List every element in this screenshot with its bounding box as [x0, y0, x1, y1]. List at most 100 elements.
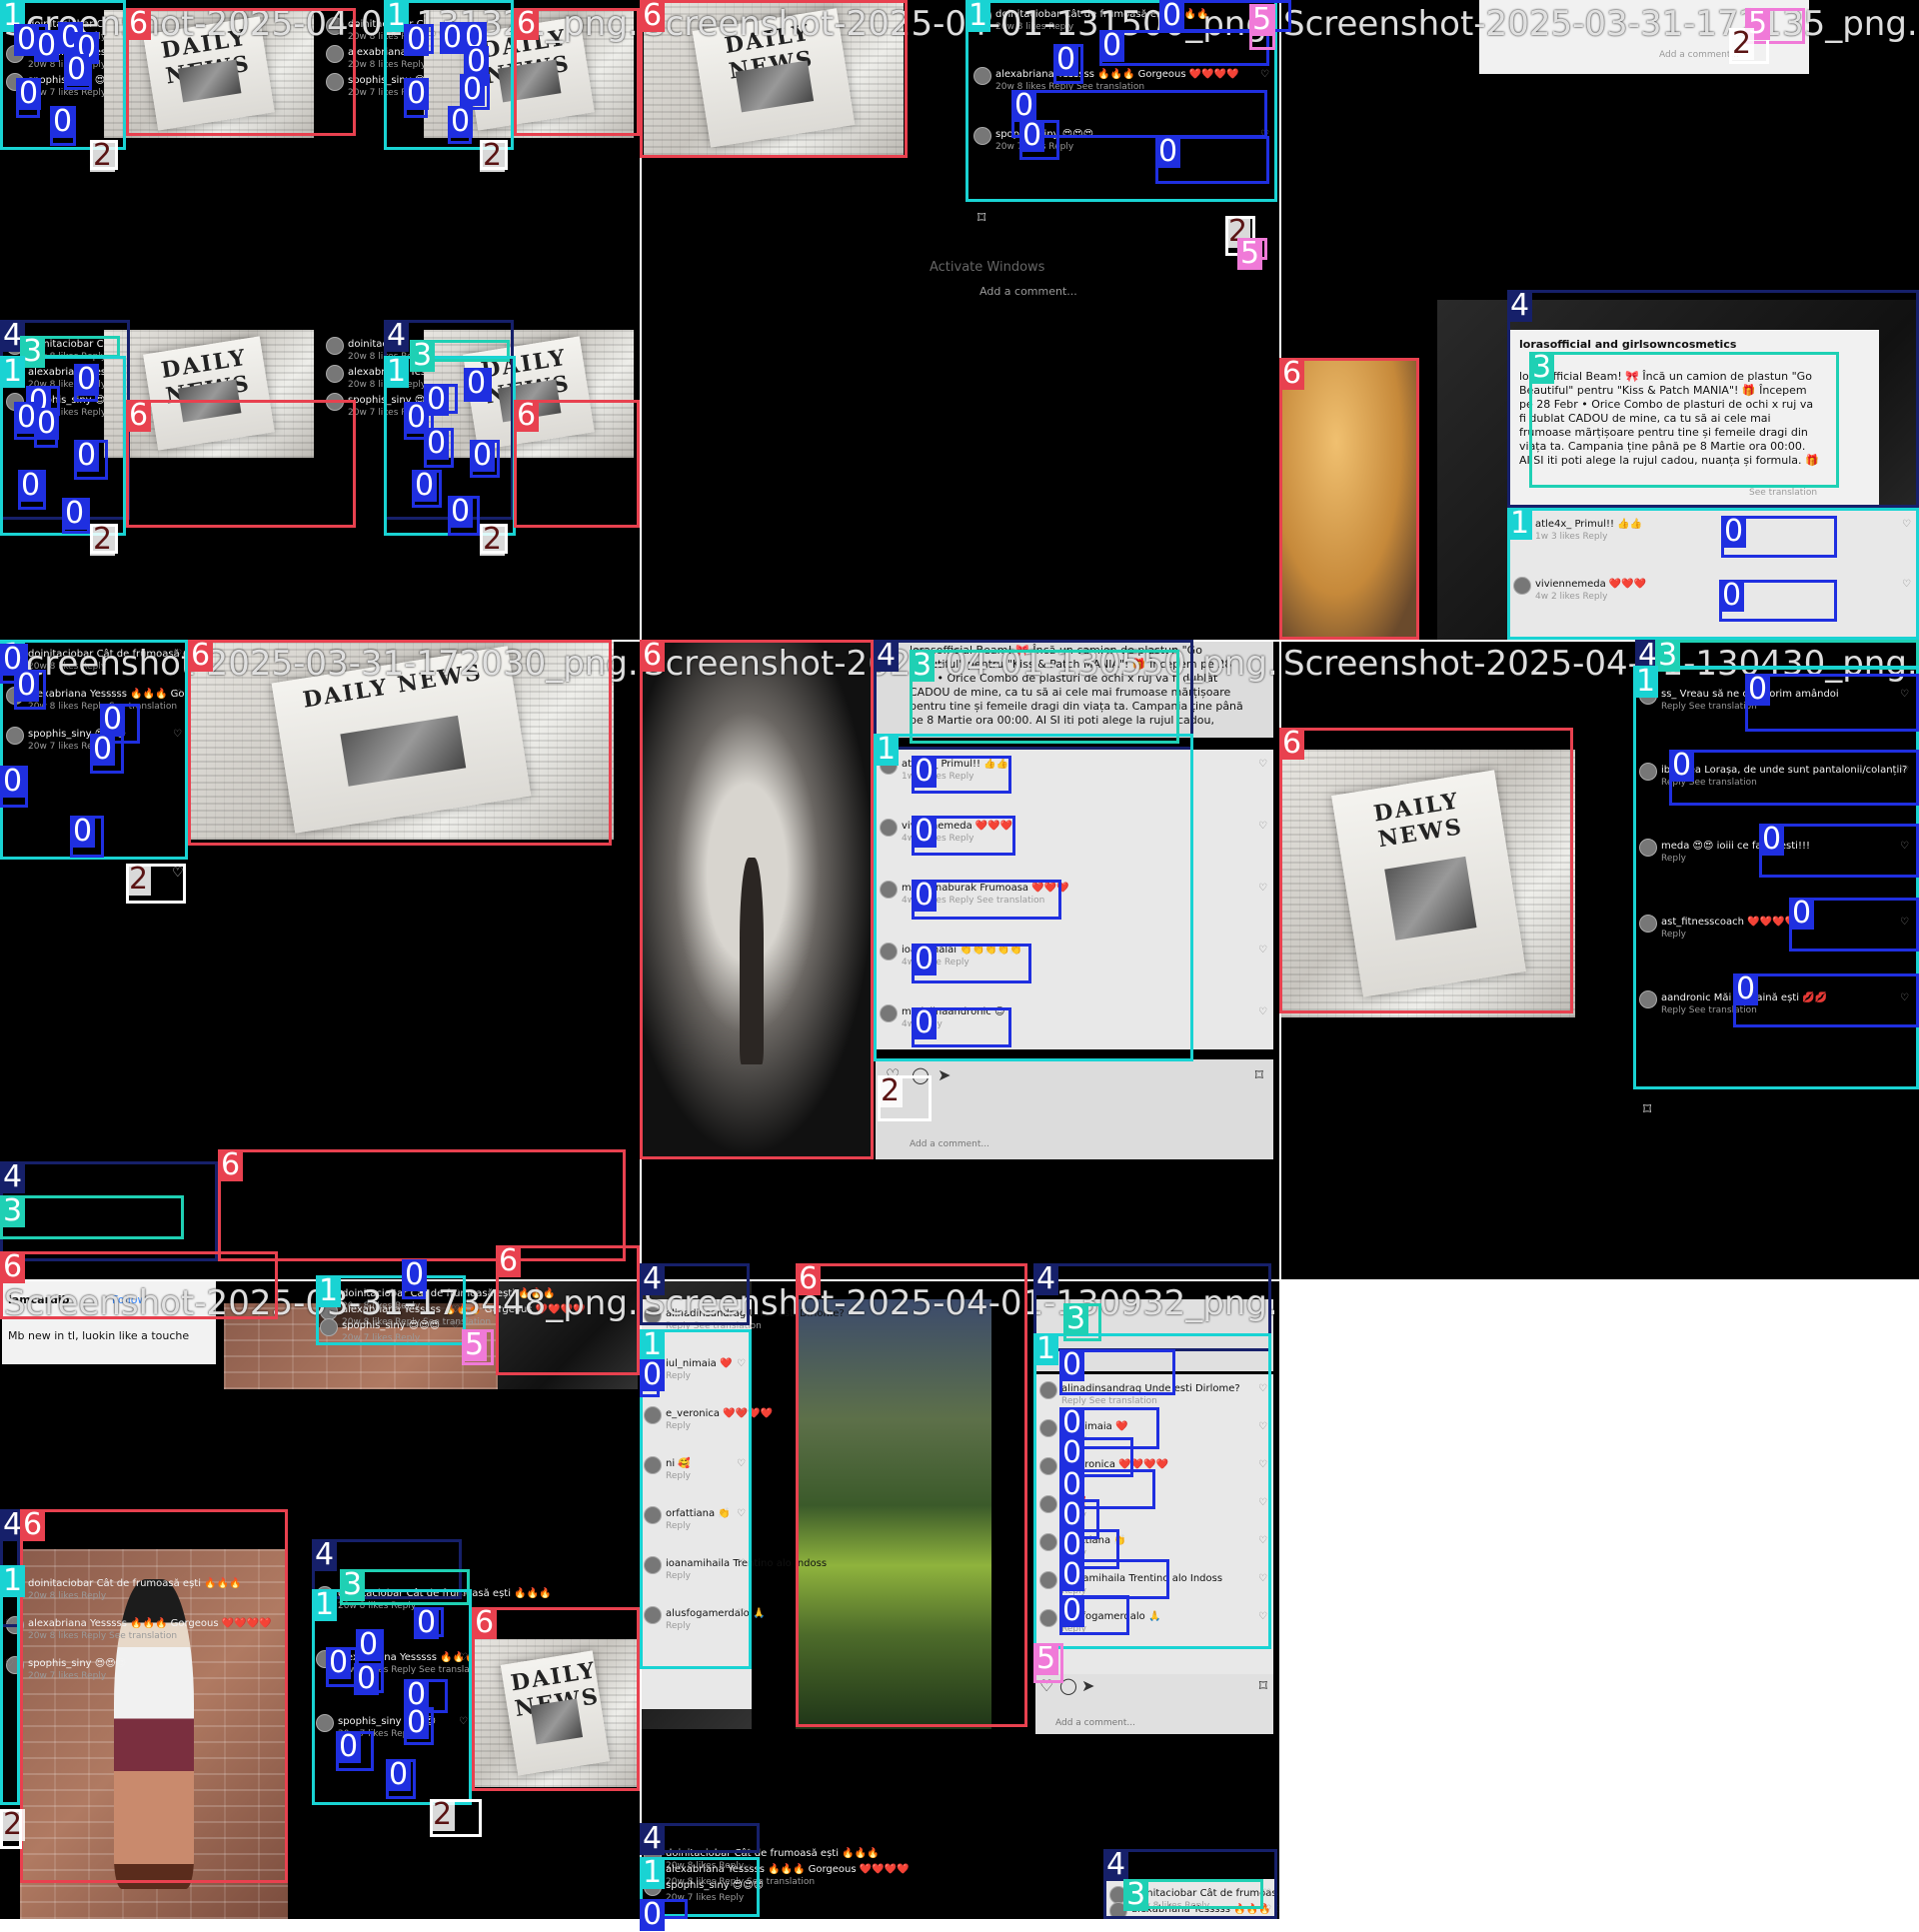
heart-icon[interactable]: ♡: [173, 689, 182, 700]
avatar[interactable]: [6, 393, 24, 411]
avatar[interactable]: [326, 45, 344, 63]
heart-icon[interactable]: ♡: [1258, 821, 1267, 832]
avatar[interactable]: [6, 687, 24, 705]
heart-icon[interactable]: ♡: [1900, 917, 1909, 928]
avatar[interactable]: [6, 17, 24, 35]
avatar[interactable]: [326, 365, 344, 383]
avatar[interactable]: [644, 1456, 662, 1474]
heart-icon[interactable]: ♡: [173, 649, 182, 660]
avatar[interactable]: [316, 1650, 334, 1668]
bookmark-icon[interactable]: ⌑: [1643, 1099, 1651, 1118]
heart-icon[interactable]: ♡: [737, 1408, 746, 1419]
avatar[interactable]: [644, 1506, 662, 1524]
heart-icon[interactable]: ♡: [737, 1458, 746, 1469]
avatar[interactable]: [973, 7, 991, 25]
heart-icon[interactable]: ♡: [1258, 1459, 1267, 1470]
avatar[interactable]: [1039, 1495, 1057, 1513]
heart-icon[interactable]: ♡: [737, 1508, 746, 1519]
add-comment-text[interactable]: Add a comment...: [910, 1139, 989, 1149]
heart-icon[interactable]: ♡: [1258, 1383, 1267, 1394]
heart-icon[interactable]: ♡: [1260, 129, 1269, 140]
avatar[interactable]: [973, 67, 991, 85]
heart-icon[interactable]: ♡: [737, 1608, 746, 1619]
avatar[interactable]: [320, 1318, 338, 1336]
avatar[interactable]: [1039, 1457, 1057, 1475]
heart-icon[interactable]: ♡: [1258, 945, 1267, 956]
follow-button[interactable]: Follow: [112, 1293, 172, 1307]
heart-icon[interactable]: ♡: [1900, 689, 1909, 700]
bookmark-icon[interactable]: ⌑: [1255, 1065, 1263, 1084]
avatar[interactable]: [326, 393, 344, 411]
avatar[interactable]: [326, 17, 344, 35]
heart-icon[interactable]: ♡: [1262, 1888, 1271, 1899]
share-icon[interactable]: ➤: [1081, 1676, 1094, 1695]
heart-icon[interactable]: ♡: [1039, 1676, 1053, 1695]
avatar[interactable]: [6, 727, 24, 745]
avatar[interactable]: [1513, 517, 1531, 535]
avatar[interactable]: [1039, 1533, 1057, 1551]
heart-icon[interactable]: ♡: [173, 729, 182, 740]
avatar[interactable]: [1039, 1571, 1057, 1589]
avatar[interactable]: [880, 943, 898, 961]
avatar[interactable]: [644, 1878, 662, 1896]
heart-icon[interactable]: ♡: [1260, 69, 1269, 80]
share-icon[interactable]: ➤: [938, 1065, 951, 1084]
avatar[interactable]: [1039, 1609, 1057, 1627]
avatar[interactable]: [1039, 1381, 1057, 1399]
avatar[interactable]: [1639, 763, 1657, 781]
heart-icon[interactable]: ♡: [743, 1864, 752, 1875]
avatar[interactable]: [644, 1356, 662, 1374]
heart-icon[interactable]: ♡: [737, 1558, 746, 1569]
avatar[interactable]: [644, 1306, 662, 1324]
avatar[interactable]: [6, 647, 24, 665]
avatar[interactable]: [326, 337, 344, 355]
heart-icon[interactable]: ♡: [1900, 992, 1909, 1003]
heart-icon[interactable]: ♡: [459, 1652, 468, 1663]
see-translation-link[interactable]: See translation: [1749, 488, 1817, 498]
avatar[interactable]: [326, 73, 344, 91]
heart-icon[interactable]: ♡: [743, 1880, 752, 1891]
avatar[interactable]: [6, 45, 24, 63]
heart-icon[interactable]: ♡: [743, 1848, 752, 1859]
heart-icon[interactable]: ♡: [459, 1716, 468, 1727]
heart-icon[interactable]: ♡: [1258, 1497, 1267, 1508]
heart-icon[interactable]: ♡: [1258, 1006, 1267, 1017]
avatar[interactable]: [1639, 839, 1657, 857]
heart-icon[interactable]: ♡: [1262, 1904, 1271, 1915]
heart-icon[interactable]: ♡: [451, 1288, 460, 1299]
avatar[interactable]: [6, 365, 24, 383]
heart-icon[interactable]: ♡: [5, 1658, 14, 1669]
heart-icon[interactable]: ♡: [451, 1304, 460, 1315]
comment-icon[interactable]: ◯: [1059, 1676, 1077, 1695]
heart-icon[interactable]: ♡: [1258, 1611, 1267, 1622]
heart-icon[interactable]: ♡: [1260, 9, 1269, 20]
add-comment-text[interactable]: Add a comment...: [979, 285, 1077, 298]
avatar[interactable]: [1639, 990, 1657, 1008]
heart-icon[interactable]: ♡: [1902, 579, 1911, 590]
avatar[interactable]: [6, 337, 24, 355]
avatar[interactable]: [1639, 687, 1657, 705]
heart-icon[interactable]: ♡: [1258, 1535, 1267, 1546]
avatar[interactable]: [973, 127, 991, 145]
heart-icon[interactable]: ♡: [737, 1358, 746, 1369]
add-comment-text[interactable]: Add a comment...: [1055, 1718, 1135, 1728]
heart-icon[interactable]: ♡: [1258, 1421, 1267, 1432]
bookmark-icon[interactable]: ⌑: [977, 208, 985, 227]
heart-icon[interactable]: ♡: [451, 1320, 460, 1331]
add-comment-text[interactable]: Add a comment...: [1659, 50, 1739, 60]
heart-icon[interactable]: ♡: [1258, 1573, 1267, 1584]
heart-icon[interactable]: ♡: [1900, 765, 1909, 776]
avatar[interactable]: [1039, 1419, 1057, 1437]
heart-icon[interactable]: ♡: [1902, 519, 1911, 530]
bookmark-icon[interactable]: ⌑: [1259, 1676, 1267, 1695]
heart-icon[interactable]: ♡: [5, 1578, 14, 1589]
avatar[interactable]: [644, 1606, 662, 1624]
avatar[interactable]: [880, 819, 898, 837]
heart-icon[interactable]: ♡: [1258, 883, 1267, 894]
avatar[interactable]: [644, 1556, 662, 1574]
avatar[interactable]: [316, 1714, 334, 1732]
comment-icon[interactable]: ◯: [912, 1065, 930, 1084]
heart-icon[interactable]: ♡: [172, 866, 184, 881]
heart-icon[interactable]: ♡: [5, 1618, 14, 1629]
avatar[interactable]: [316, 1586, 334, 1604]
